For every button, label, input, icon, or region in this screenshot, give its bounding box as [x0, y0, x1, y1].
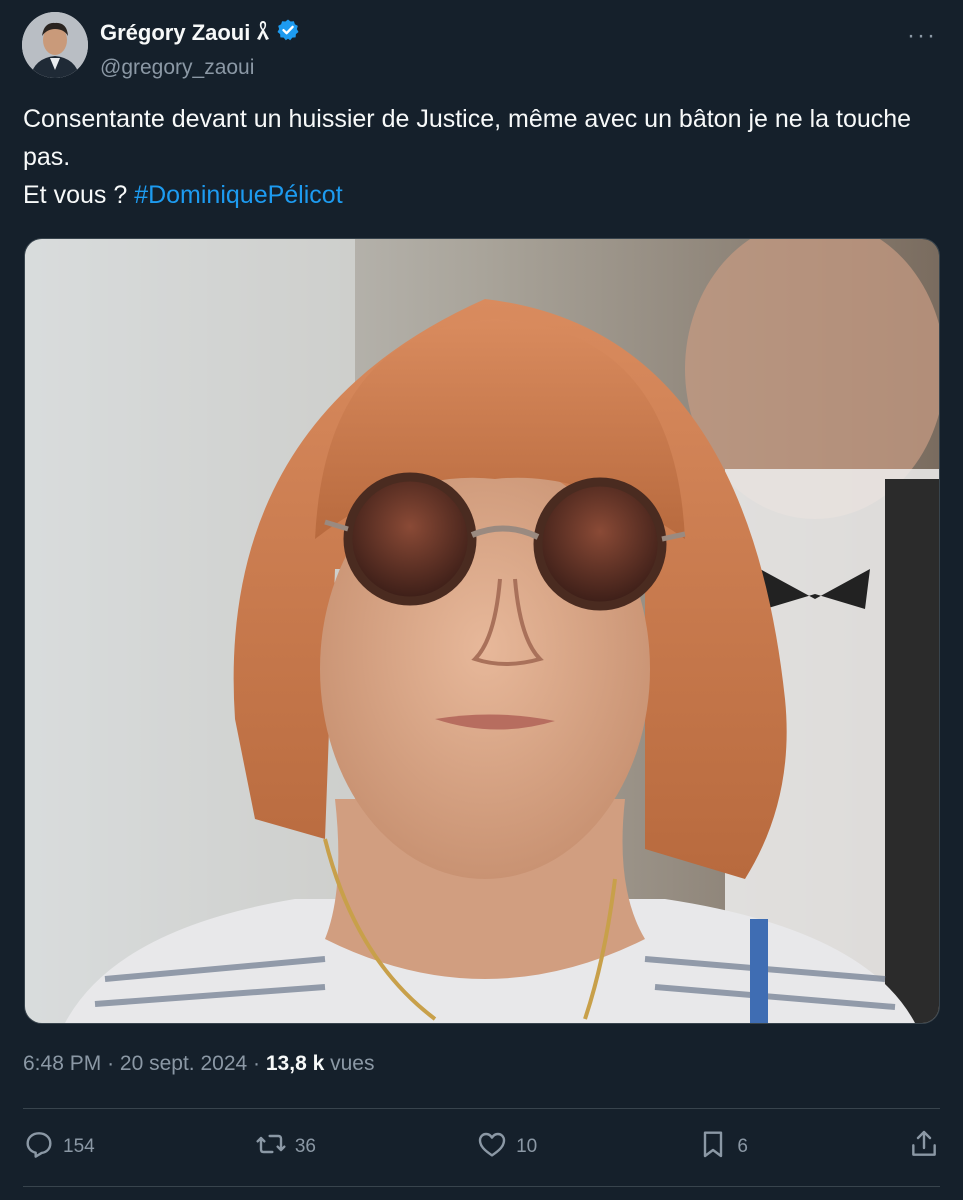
reply-count: 154 — [63, 1136, 95, 1157]
tweet-meta: 6:48 PM · 20 sept. 2024 · 13,8 k vues — [23, 1052, 374, 1076]
hashtag-link[interactable]: #DominiquePélicot — [134, 181, 342, 209]
retweet-icon — [255, 1128, 287, 1166]
bookmark-count: 6 — [737, 1136, 748, 1157]
share-button[interactable] — [908, 1128, 940, 1166]
like-button[interactable]: 10 — [476, 1128, 537, 1166]
meta-separator: · — [107, 1052, 115, 1075]
author-info: Grégory Zaoui @gregory_zaoui — [100, 18, 300, 80]
avatar[interactable] — [22, 12, 88, 78]
tweet-time[interactable]: 6:48 PM — [23, 1052, 101, 1075]
divider — [23, 1186, 940, 1187]
display-name[interactable]: Grégory Zaoui — [100, 20, 250, 46]
action-bar: 154 36 10 6 — [23, 1125, 940, 1169]
like-count: 10 — [516, 1136, 538, 1157]
tweet-line-1: Consentante devant un huissier de Justic… — [23, 105, 912, 171]
verified-badge-icon — [276, 18, 300, 48]
tweet-header: Grégory Zaoui @gregory_zaoui ··· — [22, 12, 941, 82]
bookmark-icon — [697, 1128, 729, 1166]
tweet-question: Et vous ? — [23, 181, 128, 209]
tweet-photo[interactable] — [24, 238, 940, 1024]
retweet-button[interactable]: 36 — [255, 1128, 316, 1166]
heart-icon — [476, 1128, 508, 1166]
tweet-text: Consentante devant un huissier de Justic… — [23, 100, 943, 214]
tweet-line-2: Et vous ? #DominiquePélicot — [23, 176, 943, 214]
ribbon-icon — [256, 19, 270, 47]
meta-separator: · — [253, 1052, 261, 1075]
more-options-button[interactable]: ··· — [907, 22, 937, 50]
handle[interactable]: @gregory_zaoui — [100, 56, 300, 80]
tweet-date[interactable]: 20 sept. 2024 — [120, 1052, 247, 1075]
reply-icon — [23, 1128, 55, 1166]
views-label: vues — [330, 1052, 375, 1075]
divider — [23, 1108, 940, 1109]
retweet-count: 36 — [294, 1136, 316, 1157]
reply-button[interactable]: 154 — [23, 1128, 95, 1166]
views-count: 13,8 k — [265, 1052, 325, 1075]
display-name-row[interactable]: Grégory Zaoui — [100, 18, 300, 48]
share-icon — [908, 1128, 940, 1166]
bookmark-button[interactable]: 6 — [697, 1128, 748, 1166]
